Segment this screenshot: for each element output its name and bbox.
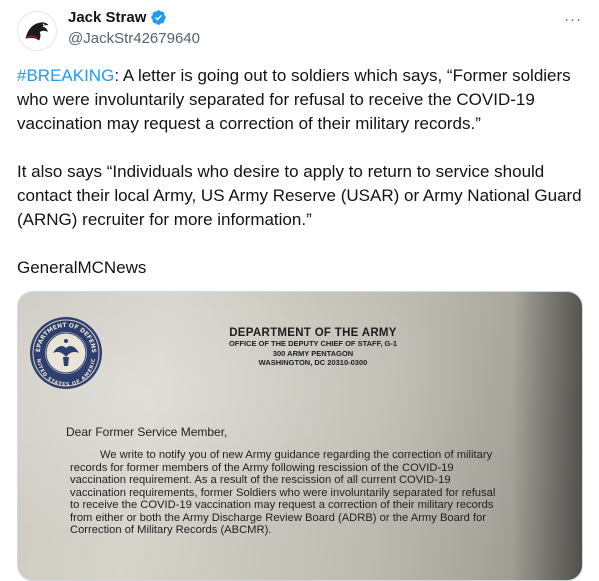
user-handle[interactable]: @JackStr42679640 bbox=[68, 30, 200, 47]
tweet-paragraph-1: #BREAKING: A letter is going out to sold… bbox=[17, 64, 589, 136]
letterhead: DEPARTMENT OF THE ARMY OFFICE OF THE DEP… bbox=[178, 327, 448, 368]
verified-badge-icon bbox=[151, 10, 167, 25]
letter-line: records for former members of the Army f… bbox=[70, 461, 454, 474]
letter-line: We write to notify you of new Army guida… bbox=[100, 449, 493, 461]
letter-salutation: Dear Former Service Member, bbox=[66, 425, 228, 439]
hashtag-link[interactable]: #BREAKING bbox=[17, 66, 114, 85]
tweet-media-image[interactable]: DEPARTMENT OF DEFENSE UNITED STATES OF A… bbox=[17, 291, 583, 581]
tweet-paragraph-2: It also says “Individuals who desire to … bbox=[17, 162, 582, 229]
letterhead-address-2: WASHINGTON, DC 20310-0300 bbox=[258, 358, 368, 367]
letterhead-office: OFFICE OF THE DEPUTY CHIEF OF STAFF, G-1 bbox=[228, 339, 398, 348]
author-name-row: Jack Straw bbox=[68, 9, 167, 26]
letterhead-department: DEPARTMENT OF THE ARMY bbox=[229, 327, 397, 339]
tweet-text: #BREAKING: A letter is going out to sold… bbox=[17, 64, 589, 280]
department-of-defense-seal-icon: DEPARTMENT OF DEFENSE UNITED STATES OF A… bbox=[28, 315, 102, 389]
letter-line: vaccination requirement. As a result of … bbox=[70, 474, 451, 486]
letterhead-address-1: 300 ARMY PENTAGON bbox=[272, 348, 354, 358]
letter-body: We write to notify you of new Army guida… bbox=[70, 449, 540, 537]
tweet-paragraph-3: GeneralMCNews bbox=[17, 258, 147, 277]
avatar[interactable] bbox=[17, 11, 57, 51]
display-name[interactable]: Jack Straw bbox=[68, 9, 146, 26]
letter-line: Correction of Military Records (ABCMR). bbox=[70, 524, 272, 536]
letter-line: vaccination requirements, former Soldier… bbox=[70, 486, 496, 499]
more-icon: ··· bbox=[564, 10, 582, 28]
letter-line: from either or both the Army Discharge R… bbox=[70, 511, 486, 524]
photo-shadow bbox=[512, 292, 582, 580]
raven-icon bbox=[18, 12, 56, 50]
letter-line: to receive the COVID-19 vaccination may … bbox=[70, 499, 494, 511]
more-options-button[interactable]: ··· bbox=[560, 8, 586, 30]
